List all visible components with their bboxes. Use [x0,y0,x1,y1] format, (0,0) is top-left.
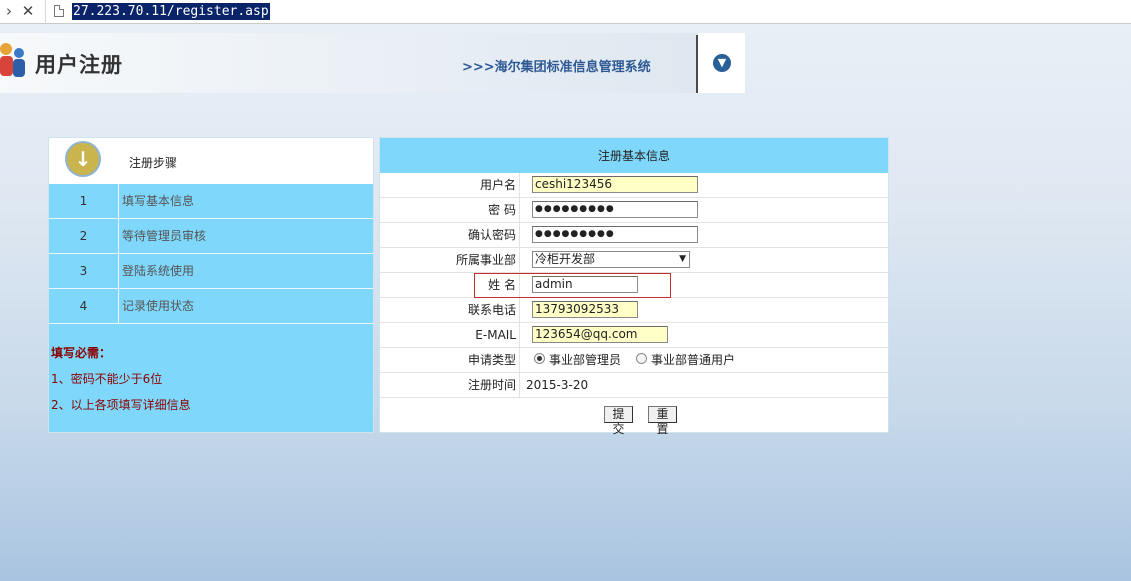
form-row-confirm-password: 确认密码 ●●●●●●●●● [380,223,888,248]
confirm-password-label: 确认密码 [380,223,520,247]
form-row-password: 密 码 ●●●●●●●●● [380,198,888,223]
radio-normal-user[interactable] [636,353,647,364]
form-row-username: 用户名 ceshi123456 [380,173,888,198]
username-label: 用户名 [380,173,520,197]
steps-title: 注册步骤 [129,156,178,170]
forward-icon[interactable]: › [0,2,18,20]
name-input[interactable]: admin [532,276,638,293]
url-field[interactable]: 27.223.70.11/register.asp [72,3,270,20]
reset-button[interactable]: 重置 [648,406,677,436]
step-label: 填写基本信息 [122,194,195,208]
users-logo-icon [0,43,25,77]
register-time: 2015-3-20 [526,378,589,392]
header-action-box: ▼ [698,33,745,93]
step-number: 3 [49,254,119,288]
radio-manager-label[interactable]: 事业部管理员 [549,348,621,372]
arrow-down-icon[interactable]: ▼ [713,54,731,72]
form-row-time: 注册时间 2015-3-20 [380,373,888,398]
form-row-phone: 联系电话 13793092533 [380,298,888,323]
password-label: 密 码 [380,198,520,222]
dropdown-arrow-icon: ▼ [679,254,686,264]
type-label: 申请类型 [380,348,520,372]
step-label: 登陆系统使用 [122,264,195,278]
requirement-item: 2、以上各项填写详细信息 [51,398,191,412]
form-row-name: 姓 名 admin [380,273,888,298]
divider [45,0,46,24]
step-number: 4 [49,289,119,323]
requirement-item: 1、密码不能少于6位 [51,372,163,386]
form-title: 注册基本信息 [380,138,888,173]
password-input[interactable]: ●●●●●●●●● [532,201,698,218]
step-row: 3 登陆系统使用 [49,254,373,289]
system-name: >>>海尔集团标准信息管理系统 [462,60,651,75]
step-row: 4 记录使用状态 [49,289,373,324]
page-title: 用户注册 [35,53,123,77]
browser-address-bar: › ✕ 27.223.70.11/register.asp [0,0,1131,24]
requirements-title: 填写必需： [51,346,112,360]
step-label: 记录使用状态 [122,299,195,313]
radio-manager[interactable] [534,353,545,364]
phone-label: 联系电话 [380,298,520,322]
department-label: 所属事业部 [380,248,520,272]
form-row-type: 申请类型 事业部管理员 事业部普通用户 [380,348,888,373]
time-label: 注册时间 [380,373,520,397]
form-actions: 提交 重置 [380,398,888,436]
form-row-email: E-MAIL 123654@qq.com [380,323,888,348]
step-number: 2 [49,219,119,253]
phone-input[interactable]: 13793092533 [532,301,638,318]
arrow-down-icon: ↓ [65,141,101,177]
steps-header: ↓ 注册步骤 [49,138,373,184]
radio-normal-user-label[interactable]: 事业部普通用户 [651,348,735,372]
confirm-password-input[interactable]: ●●●●●●●●● [532,226,698,243]
header-banner: 用户注册 >>>海尔集团标准信息管理系统 ▼ [0,33,745,93]
page-icon [54,5,64,17]
step-row: 1 填写基本信息 [49,184,373,219]
department-select[interactable]: 冷柜开发部 ▼ [532,251,690,268]
username-input[interactable]: ceshi123456 [532,176,698,193]
close-icon[interactable]: ✕ [19,2,37,20]
email-label: E-MAIL [380,323,520,347]
step-number: 1 [49,184,119,218]
step-label: 等待管理员审核 [122,229,207,243]
submit-button[interactable]: 提交 [604,406,633,436]
registration-form: 注册基本信息 用户名 ceshi123456 密 码 ●●●●●●●●● 确认密… [379,137,889,436]
form-row-department: 所属事业部 冷柜开发部 ▼ [380,248,888,273]
email-input[interactable]: 123654@qq.com [532,326,668,343]
step-row: 2 等待管理员审核 [49,219,373,254]
department-value: 冷柜开发部 [535,252,596,266]
name-label: 姓 名 [380,273,520,297]
steps-panel: ↓ 注册步骤 1 填写基本信息 2 等待管理员审核 3 登陆系统使用 4 记录使… [48,137,374,433]
